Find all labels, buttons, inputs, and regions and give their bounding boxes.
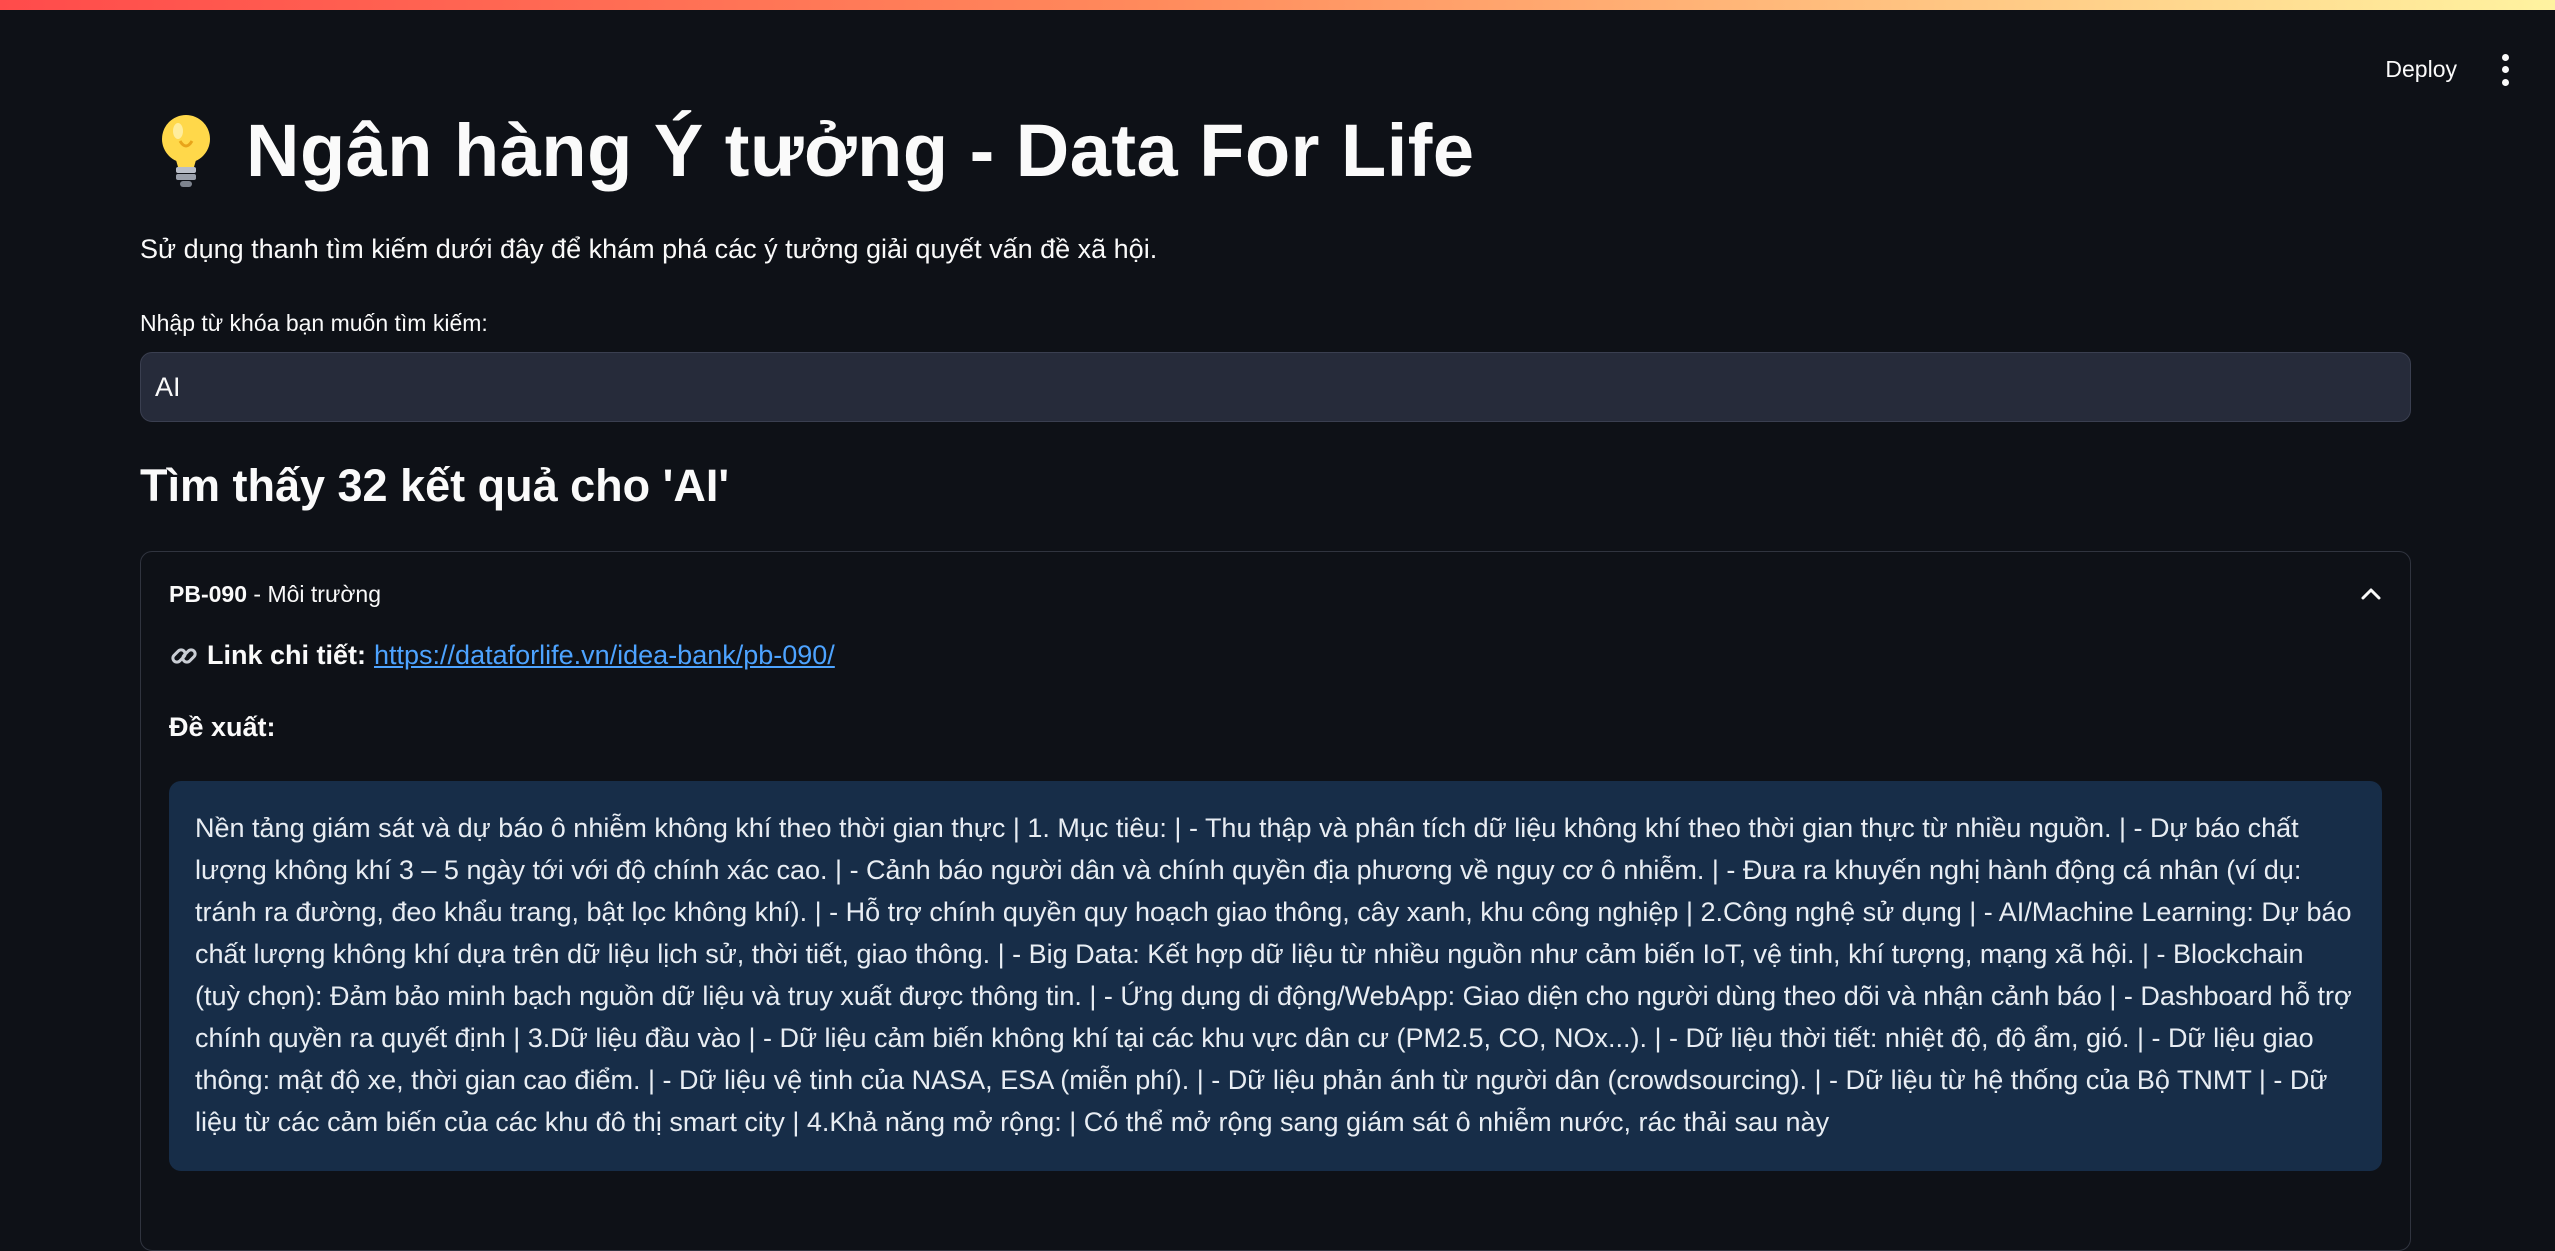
- chevron-up-icon[interactable]: [2360, 587, 2382, 601]
- search-input[interactable]: [140, 352, 2411, 422]
- result-expander: PB-090 - Môi trường Link chi tiết: https…: [140, 551, 2411, 1251]
- page-title: Ngân hàng Ý tưởng - Data For Life: [154, 108, 1475, 193]
- idea-id: PB-090: [169, 580, 247, 607]
- search-label: Nhập từ khóa bạn muốn tìm kiếm:: [140, 310, 488, 336]
- top-decoration-bar: [0, 0, 2555, 10]
- link-icon: [171, 647, 197, 664]
- title-separator: -: [246, 580, 268, 607]
- page-description: Sử dụng thanh tìm kiếm dưới đây để khám …: [140, 234, 1158, 264]
- app-header-actions: Deploy: [2381, 50, 2513, 89]
- detail-link-line: Link chi tiết: https://dataforlife.vn/id…: [169, 640, 835, 671]
- results-heading: Tìm thấy 32 kết quả cho 'AI': [140, 460, 730, 511]
- detail-link[interactable]: https://dataforlife.vn/idea-bank/pb-090/: [374, 640, 835, 671]
- kebab-menu-icon[interactable]: [2497, 52, 2513, 88]
- deploy-button[interactable]: Deploy: [2381, 50, 2461, 89]
- proposal-label: Đề xuất:: [169, 712, 276, 742]
- proposal-text: Nền tảng giám sát và dự báo ô nhiễm khôn…: [169, 781, 2382, 1171]
- page-title-text: Ngân hàng Ý tưởng - Data For Life: [246, 109, 1475, 192]
- lightbulb-icon: [162, 114, 210, 187]
- detail-link-label: Link chi tiết:: [207, 640, 367, 670]
- idea-category: Môi trường: [267, 580, 381, 607]
- expander-title: PB-090 - Môi trường: [169, 581, 381, 608]
- expander-header[interactable]: PB-090 - Môi trường: [169, 574, 2382, 614]
